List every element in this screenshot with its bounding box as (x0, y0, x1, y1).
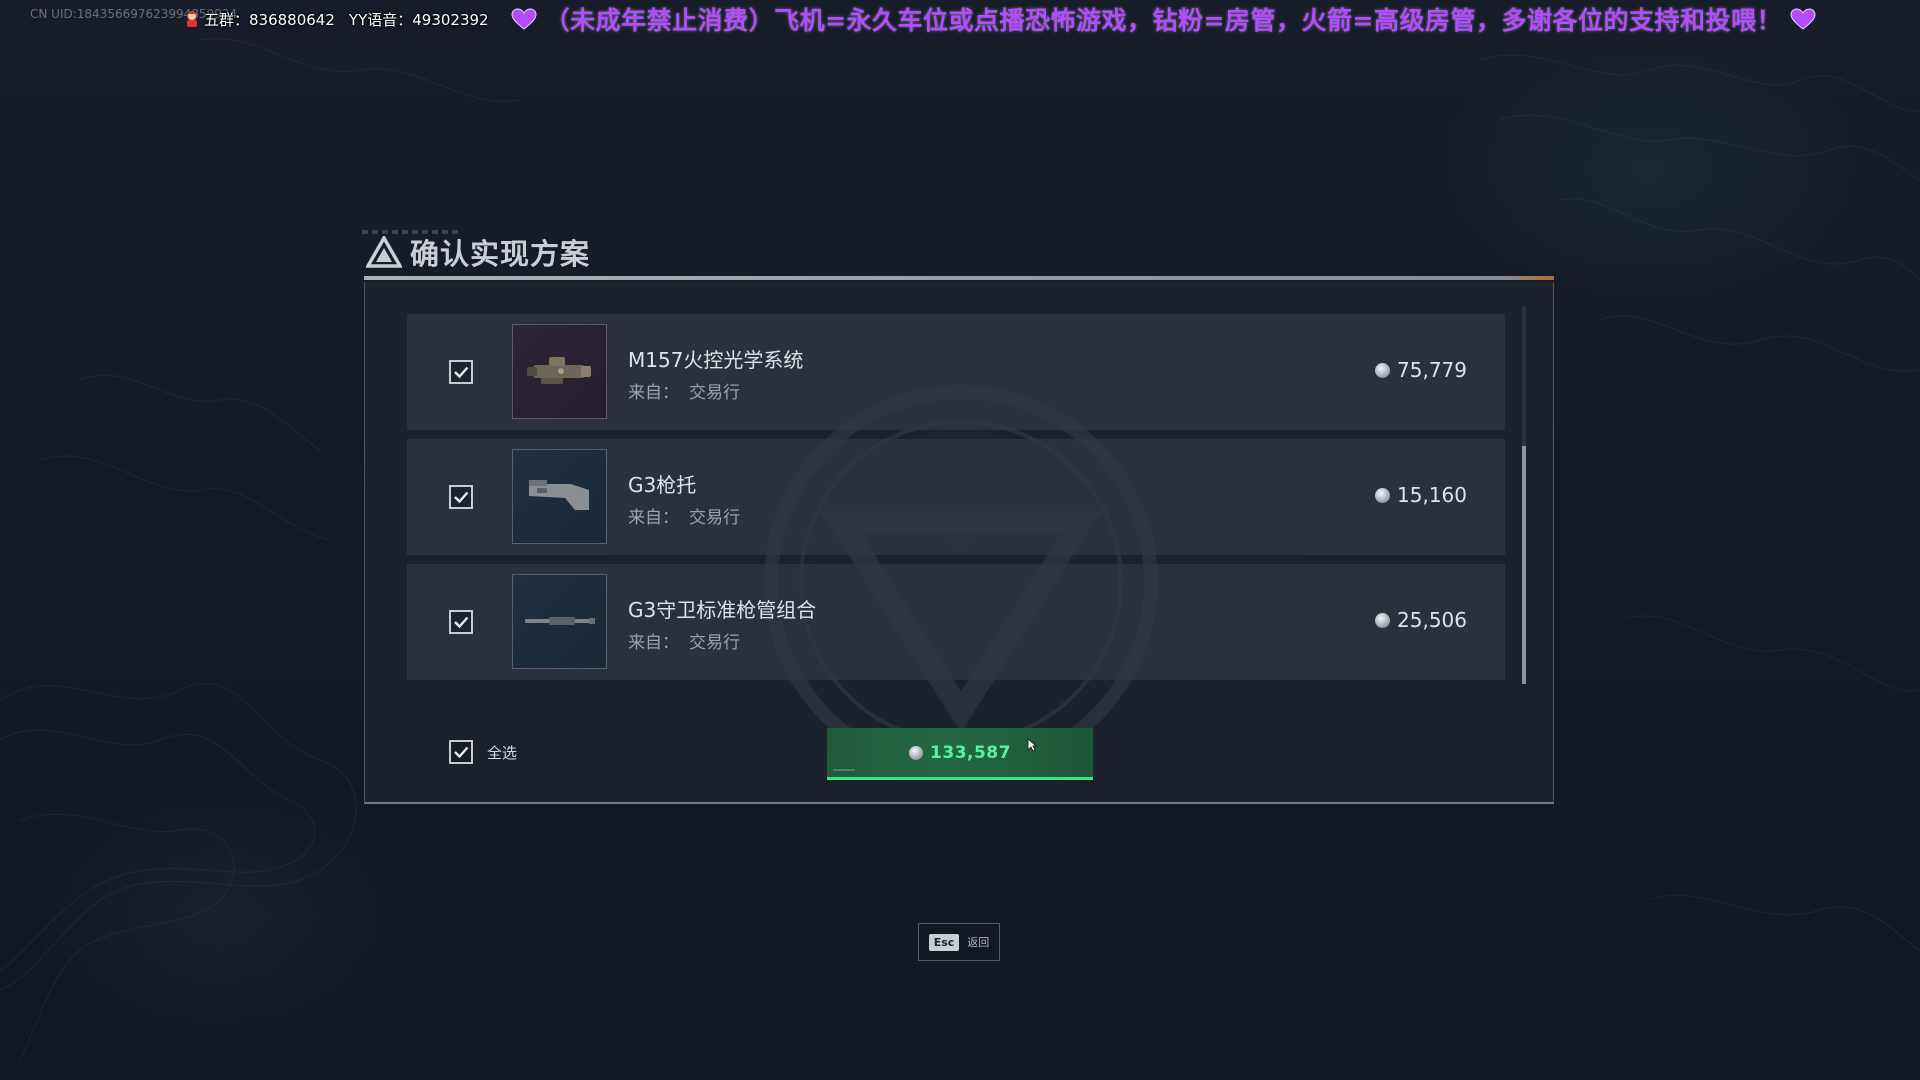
source-value: 交易行 (689, 508, 740, 528)
heart-icon (511, 8, 537, 30)
source-value: 交易行 (689, 383, 740, 403)
stream-overlay-banner: 五群：836880642 YY语音：49302392 （未成年禁止消费）飞机=永… (184, 2, 1824, 36)
back-label: 返回 (967, 936, 990, 949)
coin-icon (1375, 487, 1391, 503)
scope-icon (527, 357, 591, 384)
heart-icon (1790, 8, 1816, 30)
item-source: 来自： 交易行 (628, 628, 740, 653)
price-value: 75,779 (1397, 358, 1467, 382)
list-item[interactable]: M157火控光学系统 来自： 交易行 75,779 (407, 314, 1505, 430)
dialog-header: 确认实现方案 (366, 232, 590, 272)
dialog-footer: 全选 133,587 (365, 702, 1555, 802)
button-corner-decoration (833, 769, 855, 771)
source-label: 来自： (628, 633, 679, 653)
item-thumbnail (512, 449, 607, 544)
fan-group-number: 五群：836880642 (204, 10, 335, 29)
checkmark-icon (454, 491, 469, 504)
dialog-title: 确认实现方案 (410, 237, 591, 271)
list-item[interactable]: G3守卫标准枪管组合 来自： 交易行 25,506 (407, 564, 1505, 680)
select-all-label: 全选 (487, 743, 518, 762)
select-all-checkbox[interactable] (449, 740, 473, 764)
list-scrollbar[interactable] (1522, 306, 1526, 684)
confirm-purchase-button[interactable]: 133,587 (827, 728, 1093, 780)
coin-icon (1375, 362, 1391, 378)
item-checkbox[interactable] (449, 610, 473, 634)
item-thumbnail (512, 324, 607, 419)
yy-voice-number: YY语音：49302392 (348, 10, 489, 29)
item-checkbox[interactable] (449, 485, 473, 509)
list-item[interactable]: G3枪托 来自： 交易行 15,160 (407, 439, 1505, 555)
select-all-toggle[interactable]: 全选 (449, 740, 517, 764)
barrel-icon (525, 617, 595, 625)
item-source: 来自： 交易行 (628, 378, 740, 403)
total-price: 133,587 (930, 742, 1011, 763)
mascot-icon (186, 10, 198, 27)
item-checkbox[interactable] (449, 360, 473, 384)
stock-icon (529, 480, 589, 510)
source-value: 交易行 (689, 633, 740, 653)
checkmark-icon (454, 366, 469, 379)
mouse-cursor-icon (1027, 738, 1037, 752)
support-notice: （未成年禁止消费）飞机=永久车位或点播恐怖游戏，钻粉=房管，火箭=高级房管，多谢… (544, 6, 1782, 35)
coin-icon (1375, 612, 1391, 628)
source-label: 来自： (628, 383, 679, 403)
game-screen: CN UID:184356697623994859924 五群：83688064… (0, 0, 1920, 1080)
item-name: G3枪托 (628, 473, 697, 497)
esc-key-badge: Esc (928, 933, 960, 951)
item-price: 25,506 (1375, 608, 1467, 632)
item-price: 75,779 (1375, 358, 1467, 382)
title-divider (364, 276, 1554, 280)
item-list: M157火控光学系统 来自： 交易行 75,779 G3枪托 来自： 交易行 1… (407, 314, 1505, 689)
item-name: M157火控光学系统 (628, 348, 804, 372)
checkmark-icon (454, 746, 469, 759)
checkmark-icon (454, 616, 469, 629)
triangle-logo-icon (366, 236, 402, 268)
price-value: 25,506 (1397, 608, 1467, 632)
scrollbar-thumb[interactable] (1522, 446, 1526, 684)
price-value: 15,160 (1397, 483, 1467, 507)
item-price: 15,160 (1375, 483, 1467, 507)
item-name: G3守卫标准枪管组合 (628, 598, 817, 622)
source-label: 来自： (628, 508, 679, 528)
back-button[interactable]: Esc 返回 (918, 923, 1000, 961)
confirm-plan-dialog: M157火控光学系统 来自： 交易行 75,779 G3枪托 来自： 交易行 1… (364, 282, 1554, 804)
coin-icon (909, 745, 924, 760)
item-thumbnail (512, 574, 607, 669)
item-source: 来自： 交易行 (628, 503, 740, 528)
